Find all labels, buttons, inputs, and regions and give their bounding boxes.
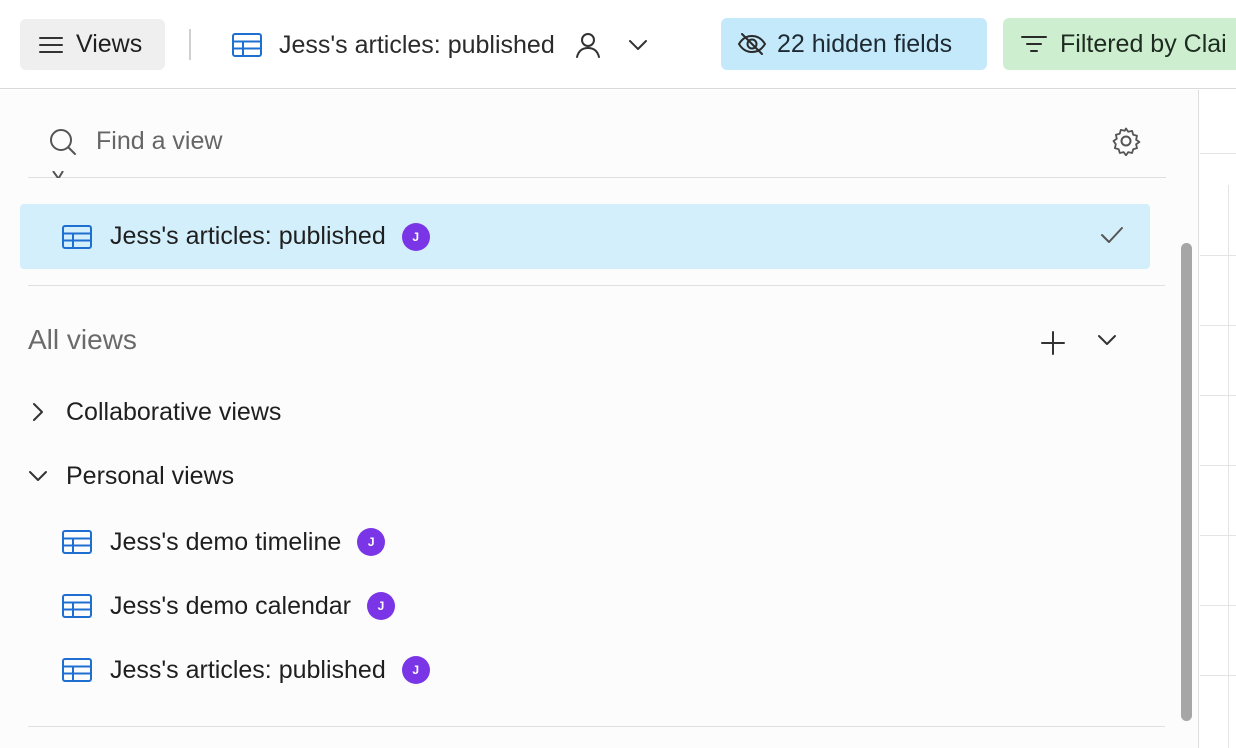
chevron-down-icon [28, 470, 48, 482]
grid-area-peek [1200, 90, 1236, 748]
scrollbar-thumb[interactable] [1181, 243, 1192, 721]
person-icon [574, 31, 602, 59]
current-view-selector[interactable]: Jess's articles: published [232, 20, 648, 70]
avatar: J [401, 222, 430, 251]
filter-icon [1020, 34, 1048, 54]
section-label: Personal views [66, 461, 235, 490]
view-search-input[interactable] [96, 121, 996, 161]
grid-line [1200, 395, 1236, 396]
selected-view-name: Jess's articles: published [110, 222, 386, 250]
grid-line [1228, 185, 1229, 748]
toolbar-divider [189, 29, 191, 60]
chevron-down-icon[interactable] [1097, 333, 1117, 351]
view-name: Jess's demo timeline [110, 527, 342, 556]
grid-view-icon [232, 33, 262, 57]
grid-line [1200, 325, 1236, 326]
search-icon [49, 128, 77, 161]
gear-icon[interactable] [1111, 126, 1141, 161]
view-toolbar: Views Jess's articles: published 22 hidd… [0, 0, 1236, 89]
grid-view-icon [62, 594, 92, 618]
section-label: Collaborative views [66, 397, 282, 426]
views-sidebar: Jess's articles: published J All views C… [0, 90, 1199, 748]
section-collaborative-views[interactable]: Collaborative views [28, 390, 281, 434]
avatar: J [357, 528, 386, 556]
view-name: Jess's articles: published [110, 655, 386, 684]
grid-view-icon [62, 224, 92, 249]
current-view-title: Jess's articles: published [279, 30, 555, 59]
section-divider [28, 726, 1165, 727]
grid-view-icon [62, 658, 92, 682]
grid-view-icon [62, 530, 92, 554]
hidden-fields-button[interactable]: 22 hidden fields [721, 18, 987, 70]
plus-icon[interactable] [1040, 330, 1066, 361]
list-item[interactable]: Jess's articles: published J [28, 642, 1148, 698]
grid-line [1200, 535, 1236, 536]
eye-slash-icon [737, 32, 767, 56]
section-personal-views[interactable]: Personal views [28, 454, 234, 498]
list-item[interactable]: Jess's demo calendar J [28, 578, 1148, 634]
all-views-header: All views [28, 324, 137, 355]
check-icon [1100, 226, 1124, 249]
grid-line [1200, 605, 1236, 606]
views-button-label: Views [76, 30, 143, 58]
views-button[interactable]: Views [20, 19, 165, 70]
grid-line [1200, 465, 1236, 466]
view-name: Jess's demo calendar [110, 591, 352, 620]
list-item[interactable]: Jess's demo timeline J [28, 514, 1148, 570]
filter-label: Filtered by Clai [1060, 29, 1227, 58]
scrolled-header-glyph [50, 168, 70, 178]
view-search-bar [28, 90, 1166, 178]
menu-icon [39, 36, 63, 54]
grid-line [1200, 153, 1236, 154]
filter-button[interactable]: Filtered by Clai [1003, 18, 1236, 70]
avatar: J [367, 592, 396, 620]
hidden-fields-label: 22 hidden fields [777, 29, 953, 58]
selected-view-row[interactable]: Jess's articles: published J [20, 204, 1150, 269]
section-divider [28, 285, 1165, 286]
grid-line [1200, 255, 1236, 256]
grid-line [1200, 675, 1236, 676]
chevron-down-icon[interactable] [628, 39, 648, 51]
chevron-right-icon [28, 402, 48, 422]
avatar: J [401, 656, 430, 684]
